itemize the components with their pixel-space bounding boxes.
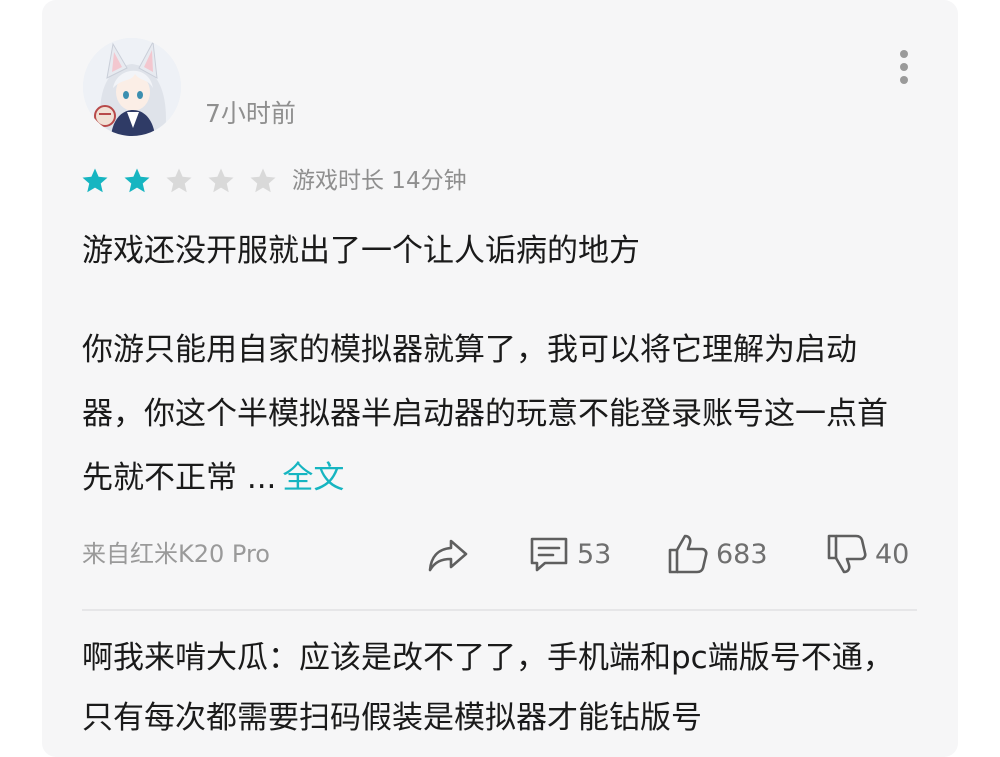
comment-button[interactable]: 53 (527, 530, 611, 578)
full-text-link[interactable]: 全文 (282, 460, 344, 496)
review-body-text: 你游只能用自家的模拟器就算了，我可以将它理解为启动器，你这个半模拟器半启动器的玩… (82, 332, 888, 496)
device-label: 来自红米K20 Pro (82, 540, 270, 568)
reply-text[interactable]: 啊我来啃大瓜：应该是改不了了，手机端和pc端版号不通，只有每次都需要扫码假装是模… (82, 628, 922, 748)
share-button[interactable] (426, 530, 470, 578)
like-count: 683 (716, 538, 768, 570)
star-rating (80, 164, 290, 198)
star-empty-icon (166, 168, 192, 193)
thumbs-up-icon (668, 534, 708, 574)
share-icon (428, 539, 468, 572)
star-filled-icon (124, 168, 150, 193)
more-vert-icon (900, 50, 908, 58)
star-empty-icon (250, 168, 276, 193)
dislike-count: 40 (875, 538, 910, 570)
playtime-label: 游戏时长 14分钟 (292, 168, 467, 194)
ellipsis: ... (237, 460, 277, 496)
review-body: 你游只能用自家的模拟器就算了，我可以将它理解为启动器，你这个半模拟器半启动器的玩… (82, 318, 917, 510)
dislike-button[interactable]: 40 (825, 530, 909, 578)
post-time: 7小时前 (205, 99, 296, 128)
comment-count: 53 (577, 538, 612, 570)
review-title: 游戏还没开服就出了一个让人诟病的地方 (82, 233, 640, 269)
star-filled-icon (82, 168, 108, 193)
like-button[interactable]: 683 (666, 530, 768, 578)
divider (82, 609, 917, 611)
thumbs-down-icon (827, 534, 867, 574)
user-avatar[interactable] (83, 38, 181, 136)
star-empty-icon (208, 168, 234, 193)
comment-icon (530, 537, 568, 572)
more-options-button[interactable] (892, 50, 916, 84)
